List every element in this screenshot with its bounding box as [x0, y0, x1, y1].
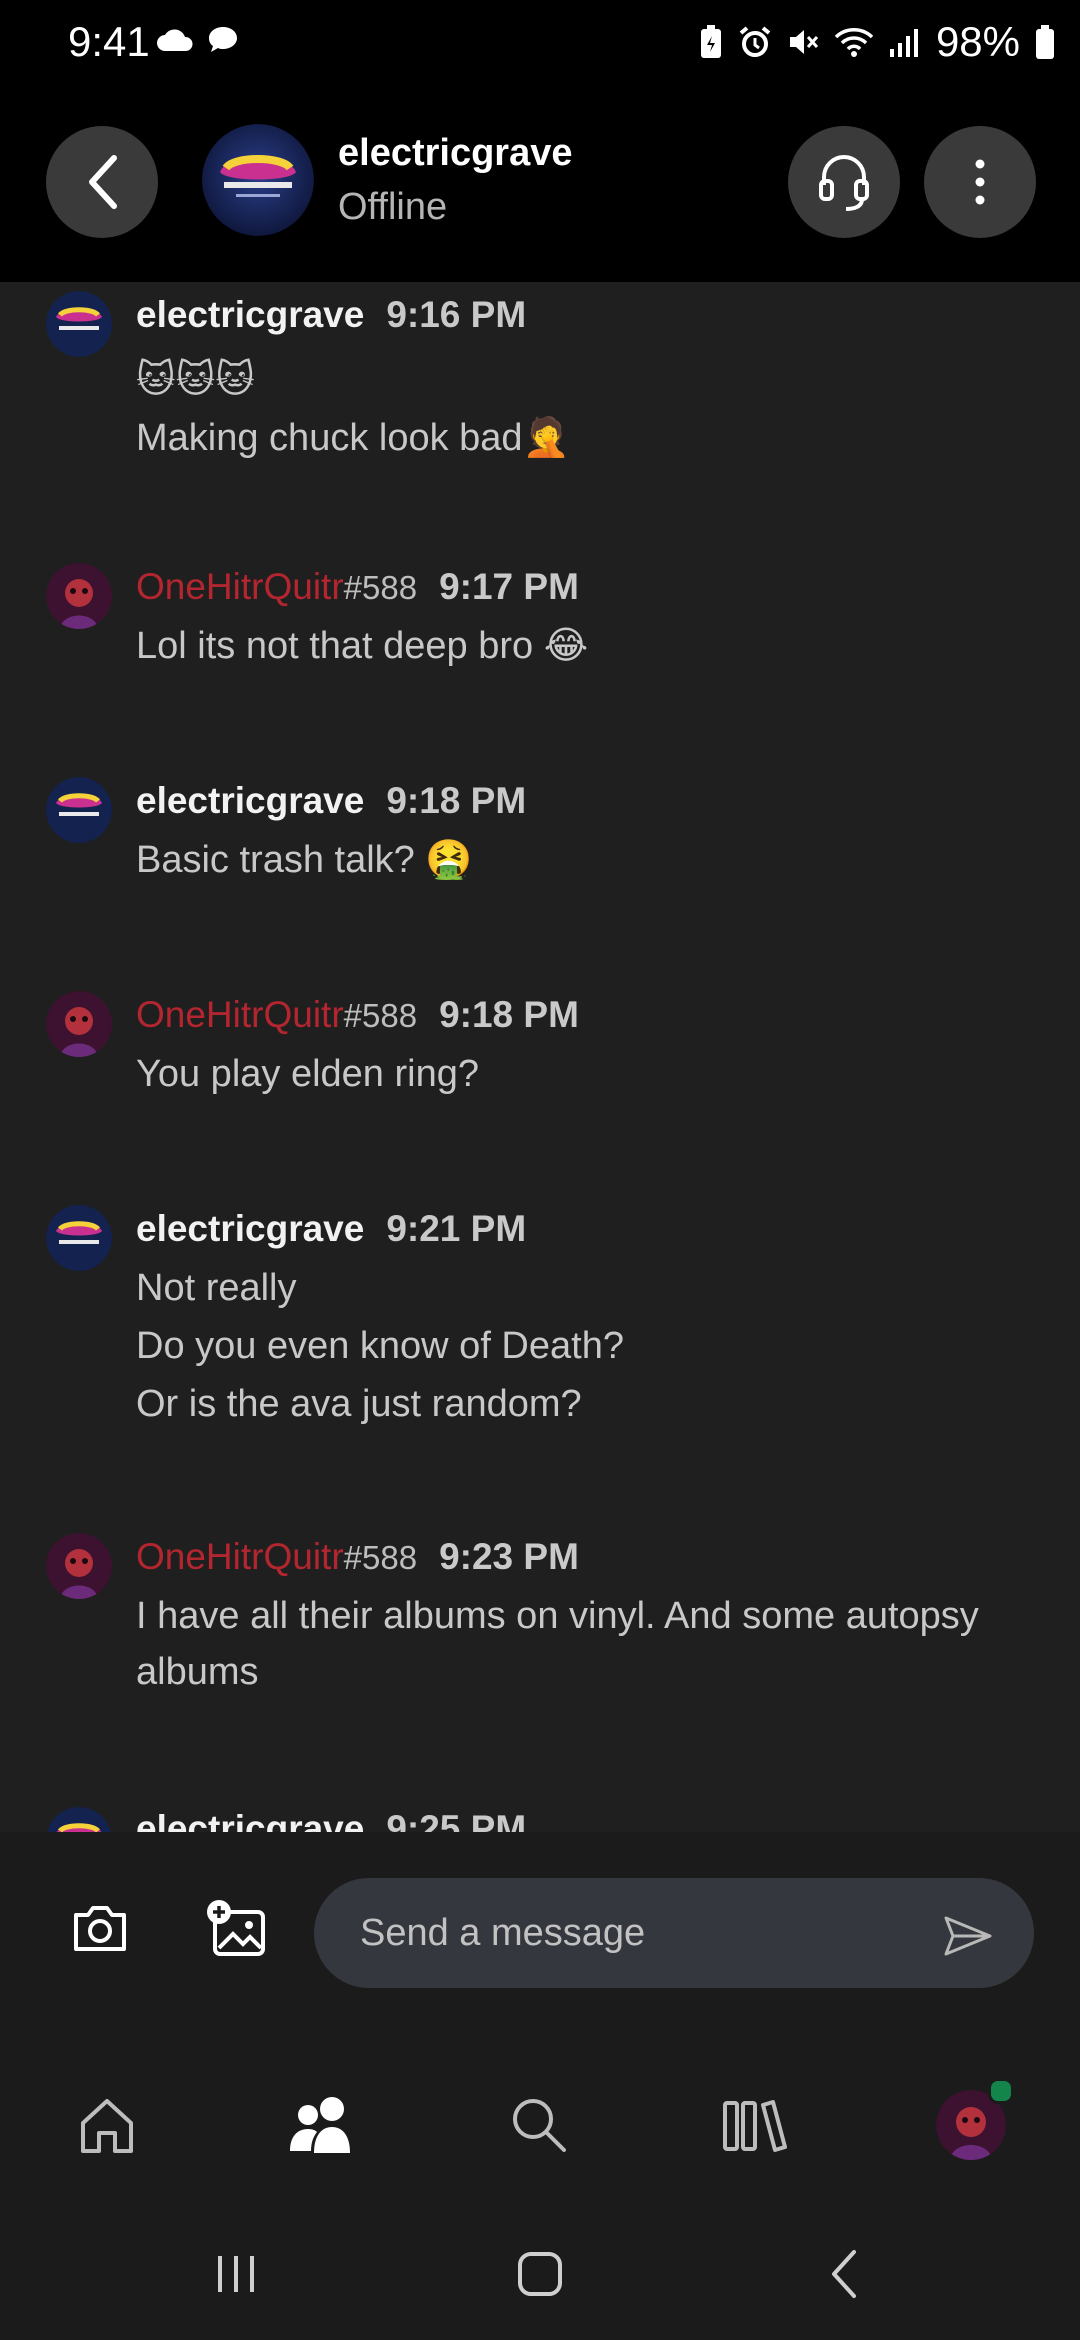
nav-home[interactable] [62, 2080, 152, 2170]
recent-apps-icon [218, 2256, 254, 2292]
message-time: 9:23 PM [439, 1536, 579, 1577]
cloud-icon [157, 29, 193, 51]
signal-icon [889, 29, 918, 57]
add-image-icon [207, 1900, 265, 1956]
sender-avatar[interactable] [46, 1533, 112, 1599]
system-navigation-bar [0, 2200, 1080, 2340]
back-chevron-icon [832, 2250, 856, 2298]
message-text: I have all their albums on vinyl. And so… [136, 1595, 979, 1693]
camera-icon [74, 1906, 126, 1951]
battery-percent: 98% [935, 18, 1020, 65]
message-text: You play elden ring? [136, 1053, 479, 1095]
message-text: Basic trash talk? 🤮 [136, 839, 473, 881]
message-time: 9:17 PM [439, 566, 579, 607]
message-time: 9:18 PM [439, 994, 579, 1035]
home-system-button[interactable] [500, 2244, 580, 2304]
search-icon [513, 2099, 566, 2152]
message-composer [0, 1832, 1080, 2036]
system-back-button[interactable] [804, 2244, 884, 2304]
contact-avatar[interactable] [202, 124, 314, 236]
sender-tag: #588 [343, 569, 418, 606]
contact-presence: Offline [338, 186, 448, 228]
wifi-icon [834, 28, 874, 57]
message-text: Do you even know of Death? [136, 1325, 624, 1367]
message-time: 9:21 PM [386, 1208, 527, 1249]
people-icon [290, 2097, 350, 2153]
camera-button[interactable] [60, 1888, 140, 1968]
nav-social[interactable] [278, 2080, 368, 2170]
message-time: 9:25 PM [386, 1808, 527, 1832]
sender-avatar[interactable] [46, 1807, 112, 1832]
alarm-icon [739, 26, 771, 57]
message-text: Making chuck look bad🤦 [136, 417, 570, 459]
message-time: 9:18 PM [386, 780, 527, 821]
recent-apps-button[interactable] [196, 2244, 276, 2304]
message-text: Not really [136, 1267, 297, 1309]
party-chat-button[interactable] [788, 126, 900, 238]
sender-avatar[interactable] [46, 1205, 112, 1271]
sender-tag: #588 [343, 1539, 418, 1576]
message-text: 🐱🐱🐱 [136, 359, 255, 401]
sender-name[interactable]: OneHitrQuitr [136, 566, 344, 608]
message-text: Lol its not that deep bro 😂 [136, 625, 589, 667]
more-vertical-icon [975, 159, 985, 205]
message-input[interactable] [314, 1878, 1034, 1988]
message-text: Or is the ava just random? [136, 1383, 582, 1425]
online-status-dot [988, 2078, 1014, 2104]
battery-saver-icon [700, 25, 721, 58]
battery-icon [1036, 25, 1054, 59]
sender-name[interactable]: electricgrave [136, 780, 364, 822]
sender-avatar[interactable] [46, 291, 112, 357]
nav-search[interactable] [494, 2080, 584, 2170]
status-time: 9:41 [68, 18, 150, 65]
send-icon [944, 1916, 992, 1956]
chat-bubble-icon [209, 27, 237, 52]
send-button[interactable] [930, 1898, 1006, 1974]
contact-name: electricgrave [338, 132, 573, 174]
home-icon [81, 2099, 133, 2153]
sender-name[interactable]: electricgrave [136, 1208, 364, 1250]
sender-name[interactable]: OneHitrQuitr [136, 1536, 344, 1578]
back-button[interactable] [46, 126, 158, 238]
nav-library[interactable] [710, 2080, 800, 2170]
sender-avatar[interactable] [46, 777, 112, 843]
status-bar: 9:41 98% [0, 0, 1080, 90]
bottom-navigation [0, 2034, 1080, 2200]
chevron-left-icon [89, 155, 117, 209]
nav-profile[interactable] [926, 2078, 1016, 2170]
home-square-icon [518, 2252, 562, 2296]
headset-icon [819, 155, 869, 211]
sender-name[interactable]: electricgrave [136, 1808, 364, 1832]
mute-icon [789, 30, 819, 54]
more-options-button[interactable] [924, 126, 1036, 238]
library-icon [723, 2100, 787, 2152]
message-list[interactable]: electricgrave 9:16 PM 🐱🐱🐱 Making chuck l… [0, 282, 1080, 1832]
sender-avatar[interactable] [46, 563, 112, 629]
sender-avatar[interactable] [46, 991, 112, 1057]
conversation-header: electricgrave Offline [0, 90, 1080, 282]
message-time: 9:16 PM [386, 294, 527, 335]
add-image-button[interactable] [196, 1888, 276, 1968]
sender-name[interactable]: OneHitrQuitr [136, 994, 344, 1036]
sender-name[interactable]: electricgrave [136, 294, 364, 336]
sender-tag: #588 [343, 997, 418, 1034]
